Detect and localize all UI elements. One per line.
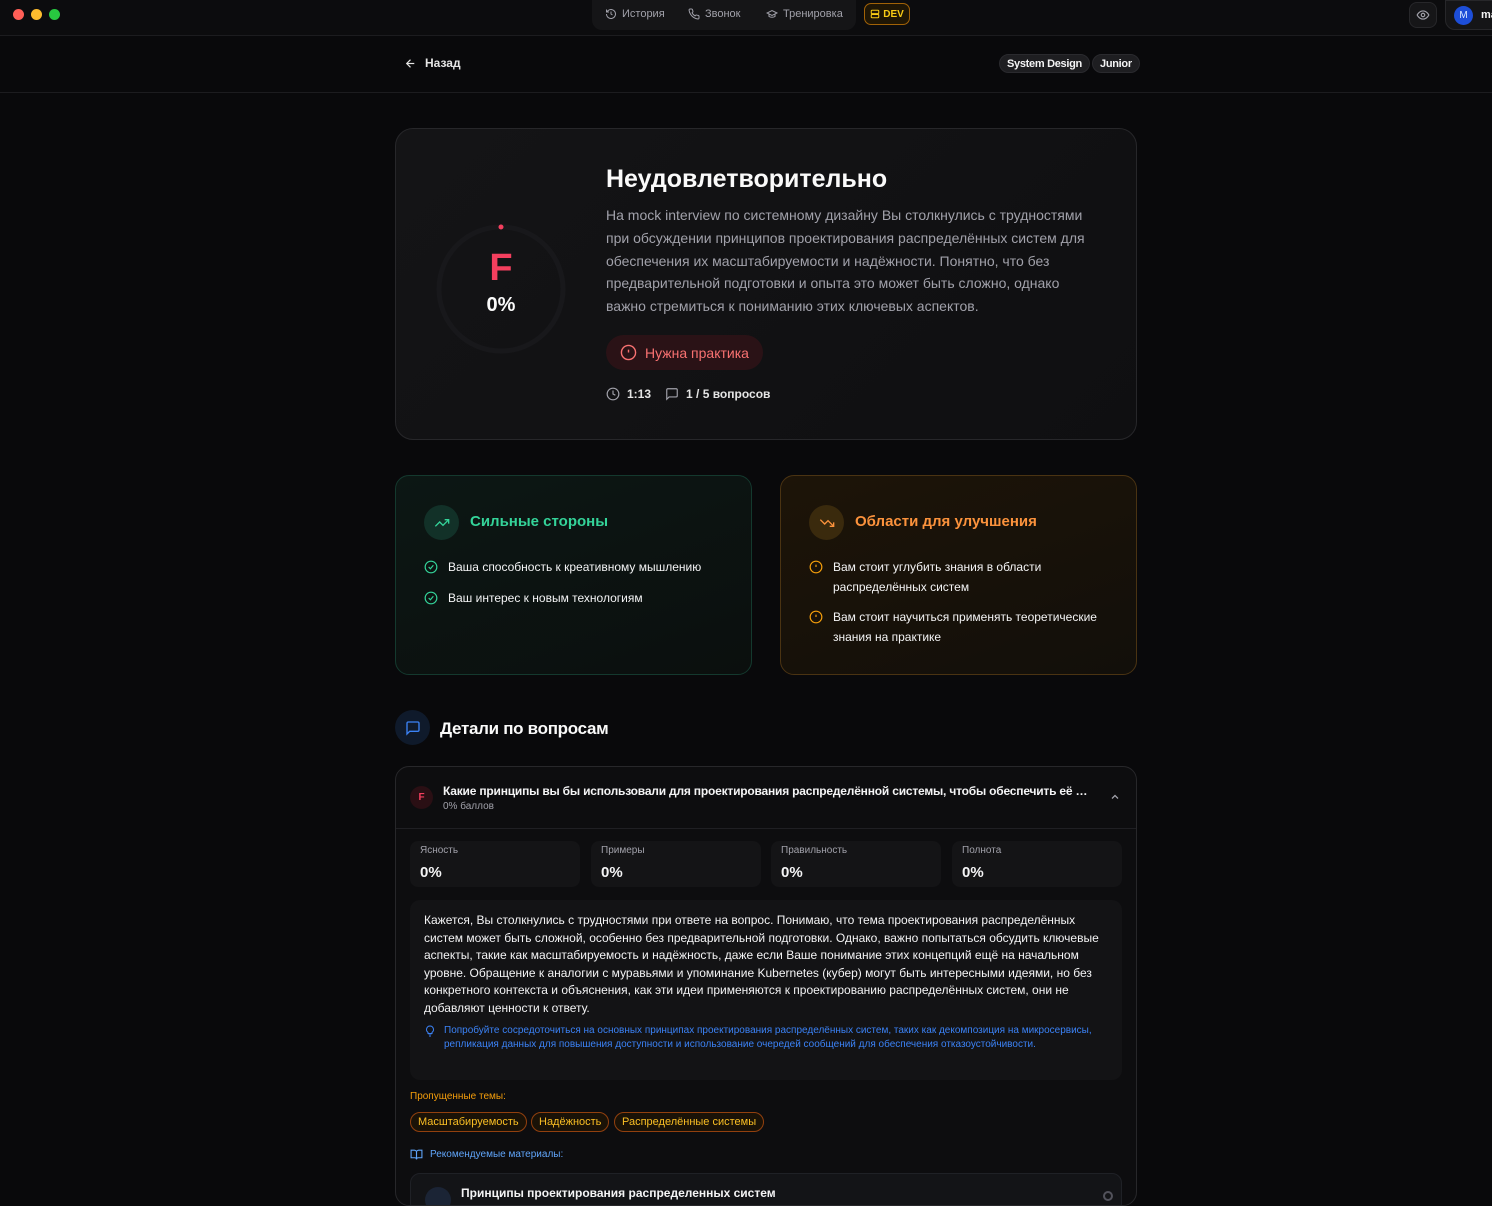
window-close-button[interactable] [13,9,24,20]
check-circle-icon [424,591,438,604]
feedback-box: Кажется, Вы столкнулись с трудностями пр… [410,900,1122,1080]
strength-text: Ваша способность к креативному мышлению [448,560,702,574]
missed-topic-chip: Масштабируемость [410,1112,527,1132]
feedback-text: Кажется, Вы столкнулись с трудностями пр… [424,913,1099,1015]
nav-history[interactable]: История [605,8,665,20]
arrow-left-icon [405,58,415,68]
top-nav: История Звонок Тренировка [592,0,856,30]
strengths-panel: Сильные стороны Ваша способность к креат… [395,475,752,675]
book-icon [425,1187,451,1205]
lightbulb-icon [426,1025,434,1037]
metric-label: Примеры [601,845,645,856]
window-minimize-button[interactable] [31,9,42,20]
result-meta: 1:13 1 / 5 вопросов [606,387,770,401]
dev-badge[interactable]: DEV [864,3,910,25]
metric-label: Ясность [420,845,459,856]
metric-label: Полнота [962,845,1002,856]
question-count: 1 / 5 вопросов [686,387,771,401]
strengths-list: Ваша способность к креативному мышлению … [424,558,734,619]
strengths-title: Сильные стороны [470,513,609,530]
tip-text: Попробуйте сосредоточиться на основных п… [444,1025,1092,1050]
metric-completeness: Полнота 0% [952,841,1122,887]
details-title: Детали по вопросам [440,719,609,738]
metric-value: 0% [962,864,984,881]
message-square-icon [395,710,430,745]
list-item: Ваш интерес к новым технологиям [424,589,734,609]
question-card: F Какие принципы вы бы использовали для … [395,766,1137,1206]
phone-icon [688,8,700,20]
history-icon [606,9,616,19]
window-maximize-button[interactable] [49,9,60,20]
nav-call-label: Звонок [705,8,741,20]
nav-history-label: История [622,8,665,20]
improvement-text: Вам стоит научиться применять теоретичес… [833,610,1097,644]
status-badge-label: Нужна практика [645,344,749,361]
metric-examples: Примеры 0% [591,841,761,887]
graduation-cap-icon [766,9,778,18]
user-name: ma [1481,9,1492,21]
back-label: Назад [425,56,461,70]
alert-circle-icon [809,610,823,624]
alert-circle-icon [620,344,637,361]
visibility-toggle-button[interactable] [1409,2,1437,28]
recommended-item-title: Принципы проектирования распределенных с… [461,1186,776,1200]
score-percent: 0% [486,294,516,316]
trending-up-icon [424,505,459,540]
question-score: 0% баллов [443,801,494,812]
server-icon [870,9,880,19]
improvements-list: Вам стоит углубить знания в области расп… [809,558,1119,658]
improvements-title: Области для улучшения [855,513,1037,530]
list-item: Ваша способность к креативному мышлению [424,558,734,578]
duration: 1:13 [627,387,652,401]
grade-letter: F [489,247,513,289]
eye-icon [1416,10,1430,20]
metric-correctness: Правильность 0% [771,841,941,887]
check-circle-icon [424,560,438,574]
recommended-item[interactable]: Принципы проектирования распределенных с… [410,1173,1122,1205]
improvements-panel: Области для улучшения Вам стоит углубить… [780,475,1137,675]
tag-topic: System Design [999,54,1090,73]
metric-clarity: Ясность 0% [410,841,580,887]
alert-circle-icon [809,560,823,574]
page-header: Назад System Design Junior [0,36,1492,93]
tag-level: Junior [1092,54,1140,73]
result-description: На mock interview по системному дизайну … [606,207,1085,315]
avatar: M [1454,6,1473,25]
metric-label: Правильность [781,845,848,856]
status-badge: Нужна практика [606,335,763,370]
window-titlebar: История Звонок Тренировка DEV M ma [0,0,1492,36]
list-item: Вам стоит углубить знания в области расп… [809,558,1119,597]
external-link-icon[interactable] [1103,1191,1113,1201]
question-grade-badge: F [410,786,433,809]
missed-topics-label: Пропущенные темы: [410,1091,506,1102]
book-open-icon [410,1149,423,1160]
chevron-up-icon[interactable] [1109,791,1121,803]
result-title: Неудовлетворительно [606,165,888,193]
trending-down-icon [809,505,844,540]
strength-text: Ваш интерес к новым технологиям [448,590,643,605]
nav-training[interactable]: Тренировка [766,8,843,20]
list-item: Вам стоит научиться применять теоретичес… [809,608,1119,647]
back-button[interactable]: Назад [404,56,461,70]
result-card: F 0% Неудовлетворительно На mock intervi… [395,128,1137,440]
metric-value: 0% [420,864,442,881]
dev-badge-label: DEV [883,8,904,20]
tip: Попробуйте сосредоточиться на основных п… [424,1024,1104,1052]
question-title: Какие принципы вы бы использовали для пр… [443,784,1093,798]
recommended-label-text: Рекомендуемые материалы: [430,1149,564,1160]
metric-value: 0% [601,864,623,881]
missed-topic-chip: Распределённые системы [614,1112,765,1132]
user-menu[interactable]: M ma [1445,0,1492,30]
metric-value: 0% [781,864,803,881]
improvement-text: Вам стоит углубить знания в области расп… [833,560,1042,594]
message-square-icon [666,388,678,401]
clock-icon [606,387,620,401]
missed-topic-chip: Надёжность [531,1112,610,1132]
nav-call[interactable]: Звонок [688,8,741,20]
recommended-label: Рекомендуемые материалы: [410,1148,563,1161]
nav-training-label: Тренировка [783,8,843,20]
question-header[interactable]: F Какие принципы вы бы использовали для … [396,767,1136,829]
